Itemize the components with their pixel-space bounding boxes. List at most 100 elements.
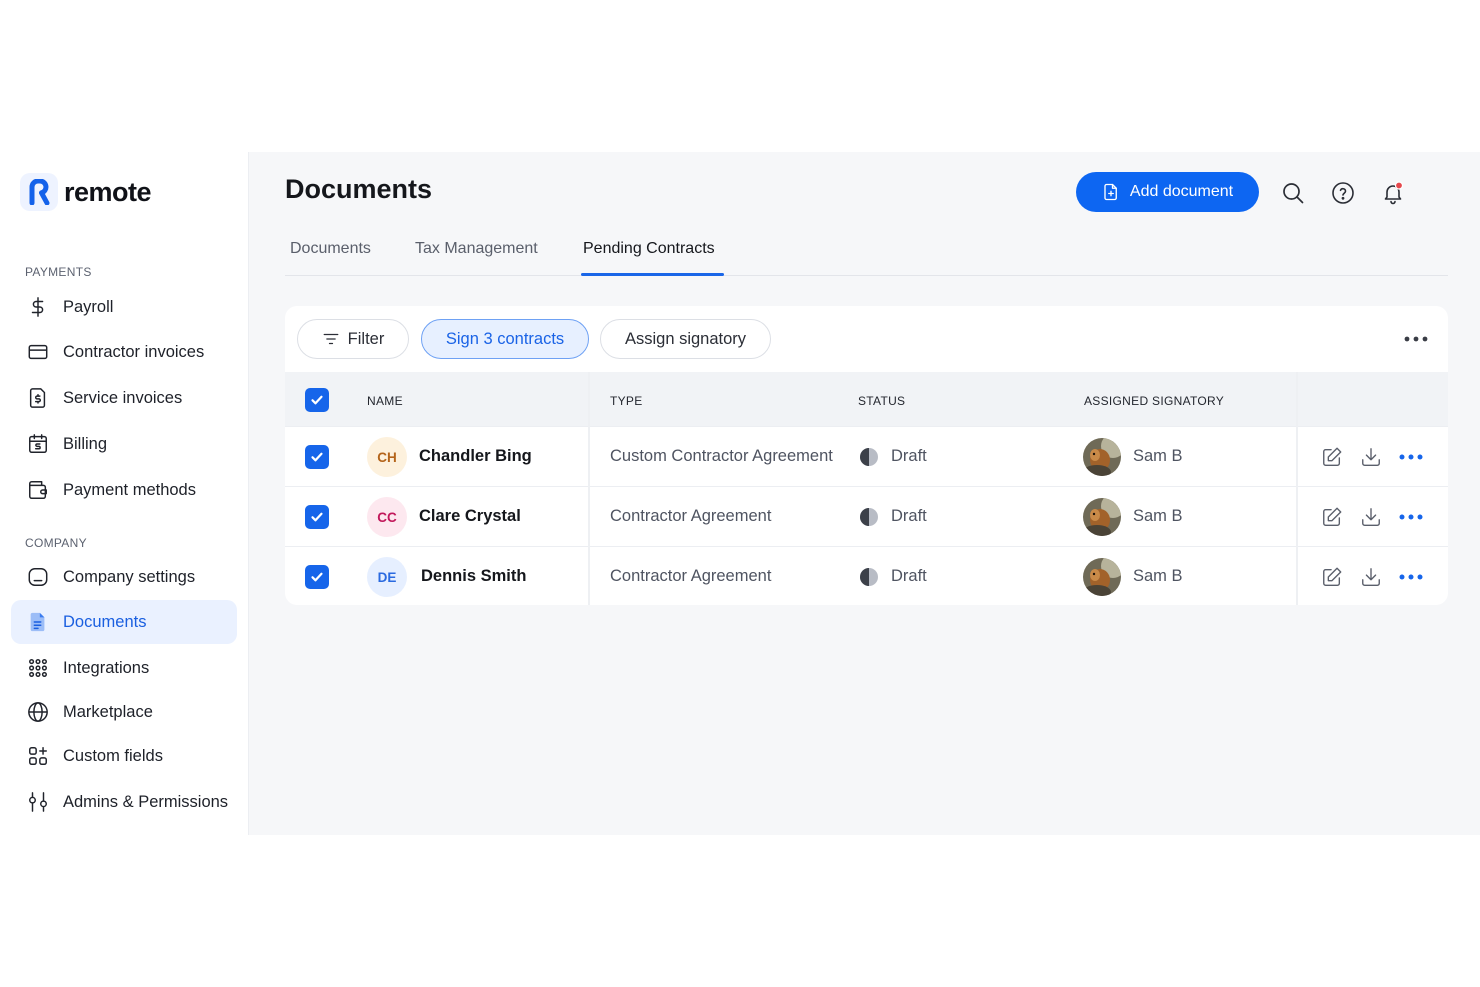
download-icon[interactable]	[1359, 445, 1383, 469]
sidebar-item-admins-permissions[interactable]: Admins & Permissions	[11, 780, 237, 824]
sidebar-item-label: Payroll	[63, 297, 114, 316]
avatar: CH	[367, 437, 407, 477]
status-badge: Draft	[891, 507, 927, 525]
signatory-avatar	[1083, 558, 1121, 596]
contractor-name[interactable]: Dennis Smith	[421, 567, 526, 586]
sidebar-item-label: Marketplace	[63, 702, 153, 721]
check-icon	[311, 512, 323, 522]
add-document-button[interactable]: Add document	[1076, 172, 1259, 212]
permissions-icon	[26, 790, 50, 814]
contract-type: Custom Contractor Agreement	[610, 447, 833, 465]
sidebar-item-payment-methods[interactable]: Payment methods	[11, 468, 237, 512]
avatar: CC	[367, 497, 407, 537]
select-all-checkbox[interactable]	[305, 388, 329, 412]
sidebar-item-label: Payment methods	[63, 480, 196, 499]
sidebar-item-integrations[interactable]: Integrations	[11, 646, 237, 690]
sidebar-item-contractor-invoices[interactable]: Contractor invoices	[11, 330, 237, 374]
filter-icon	[323, 333, 339, 345]
grid-dots-icon	[26, 656, 50, 680]
sidebar: remote PAYMENTS Payroll Contractor invoi…	[0, 152, 249, 835]
add-document-label: Add document	[1129, 183, 1234, 200]
document-icon	[26, 610, 50, 634]
edit-icon[interactable]	[1320, 565, 1344, 589]
sidebar-item-marketplace[interactable]: Marketplace	[11, 690, 237, 734]
more-options-icon[interactable]	[1401, 328, 1431, 350]
logo[interactable]: remote	[20, 172, 152, 212]
help-icon[interactable]	[1330, 180, 1356, 206]
signatory-name: Sam B	[1133, 507, 1183, 525]
notification-dot	[1394, 181, 1404, 190]
notification-bell-icon[interactable]	[1380, 180, 1406, 206]
column-header-type[interactable]: TYPE	[610, 394, 643, 408]
check-icon	[311, 452, 323, 462]
column-header-name[interactable]: NAME	[367, 394, 403, 408]
contractor-name[interactable]: Chandler Bing	[419, 447, 532, 466]
wallet-icon	[26, 478, 50, 502]
row-more-options-icon[interactable]	[1399, 445, 1423, 469]
column-header-assigned-signatory[interactable]: ASSIGNED SIGNATORY	[1084, 394, 1224, 408]
draft-status-icon	[860, 448, 878, 466]
download-icon[interactable]	[1359, 505, 1383, 529]
draft-status-icon	[860, 508, 878, 526]
sidebar-item-service-invoices[interactable]: Service invoices	[11, 376, 237, 420]
remote-r-logo-icon	[20, 173, 58, 211]
row-more-options-icon[interactable]	[1399, 505, 1423, 529]
dollar-icon	[26, 295, 50, 319]
row-checkbox[interactable]	[305, 565, 329, 589]
billing-icon	[26, 432, 50, 456]
check-icon	[311, 572, 323, 582]
sidebar-item-label: Documents	[63, 612, 147, 631]
section-label-company: COMPANY	[25, 536, 87, 550]
table-header: NAME TYPE STATUS ASSIGNED SIGNATORY	[285, 372, 1448, 426]
search-icon[interactable]	[1280, 180, 1306, 206]
sidebar-item-company-settings[interactable]: Company settings	[11, 555, 237, 599]
sidebar-item-label: Contractor invoices	[63, 342, 205, 361]
sidebar-item-label: Service invoices	[63, 388, 183, 407]
add-file-icon	[1104, 183, 1117, 201]
table-row[interactable]: DE Dennis Smith Contractor Agreement Dra…	[285, 546, 1448, 605]
status-badge: Draft	[891, 567, 927, 585]
avatar: DE	[367, 557, 407, 597]
signatory-name: Sam B	[1133, 567, 1183, 585]
tab-bar: Documents Tax Management Pending Contrac…	[285, 236, 1448, 276]
contractor-name[interactable]: Clare Crystal	[419, 507, 521, 526]
column-header-status[interactable]: STATUS	[858, 394, 905, 408]
tab-pending-contracts[interactable]: Pending Contracts	[583, 240, 715, 258]
app-window: remote PAYMENTS Payroll Contractor invoi…	[0, 152, 1480, 835]
edit-icon[interactable]	[1320, 505, 1344, 529]
row-checkbox[interactable]	[305, 445, 329, 469]
column-divider	[1296, 372, 1298, 605]
sign-contracts-button[interactable]: Sign 3 contracts	[421, 319, 589, 359]
sidebar-item-custom-fields[interactable]: Custom fields	[11, 734, 237, 778]
sidebar-item-payroll[interactable]: Payroll	[11, 285, 237, 329]
contract-type: Contractor Agreement	[610, 507, 772, 525]
contracts-card: Filter Sign 3 contracts Assign signatory…	[285, 306, 1448, 605]
table-row[interactable]: CH Chandler Bing Custom Contractor Agree…	[285, 426, 1448, 486]
filter-label: Filter	[347, 329, 385, 348]
assign-signatory-button[interactable]: Assign signatory	[600, 319, 771, 359]
status-badge: Draft	[891, 447, 927, 465]
edit-icon[interactable]	[1320, 445, 1344, 469]
contract-type: Contractor Agreement	[610, 567, 772, 585]
tab-tax-management[interactable]: Tax Management	[415, 240, 538, 258]
table-row[interactable]: CC Clare Crystal Contractor Agreement Dr…	[285, 486, 1448, 546]
section-label-payments: PAYMENTS	[25, 265, 92, 279]
row-more-options-icon[interactable]	[1399, 565, 1423, 589]
sidebar-item-billing[interactable]: Billing	[11, 422, 237, 466]
page-title: Documents	[285, 174, 433, 204]
active-tab-indicator	[581, 273, 724, 276]
company-icon	[26, 565, 50, 589]
invoice-icon	[26, 386, 50, 410]
sidebar-item-documents[interactable]: Documents	[11, 600, 237, 644]
sidebar-item-label: Admins & Permissions	[63, 792, 229, 811]
signatory-avatar	[1083, 438, 1121, 476]
draft-status-icon	[860, 568, 878, 586]
tab-documents[interactable]: Documents	[290, 240, 371, 258]
filter-button[interactable]: Filter	[297, 319, 409, 359]
logo-text: remote	[64, 176, 152, 207]
custom-fields-icon	[26, 744, 50, 768]
sidebar-item-label: Company settings	[63, 567, 196, 586]
row-checkbox[interactable]	[305, 505, 329, 529]
signatory-avatar	[1083, 498, 1121, 536]
download-icon[interactable]	[1359, 565, 1383, 589]
